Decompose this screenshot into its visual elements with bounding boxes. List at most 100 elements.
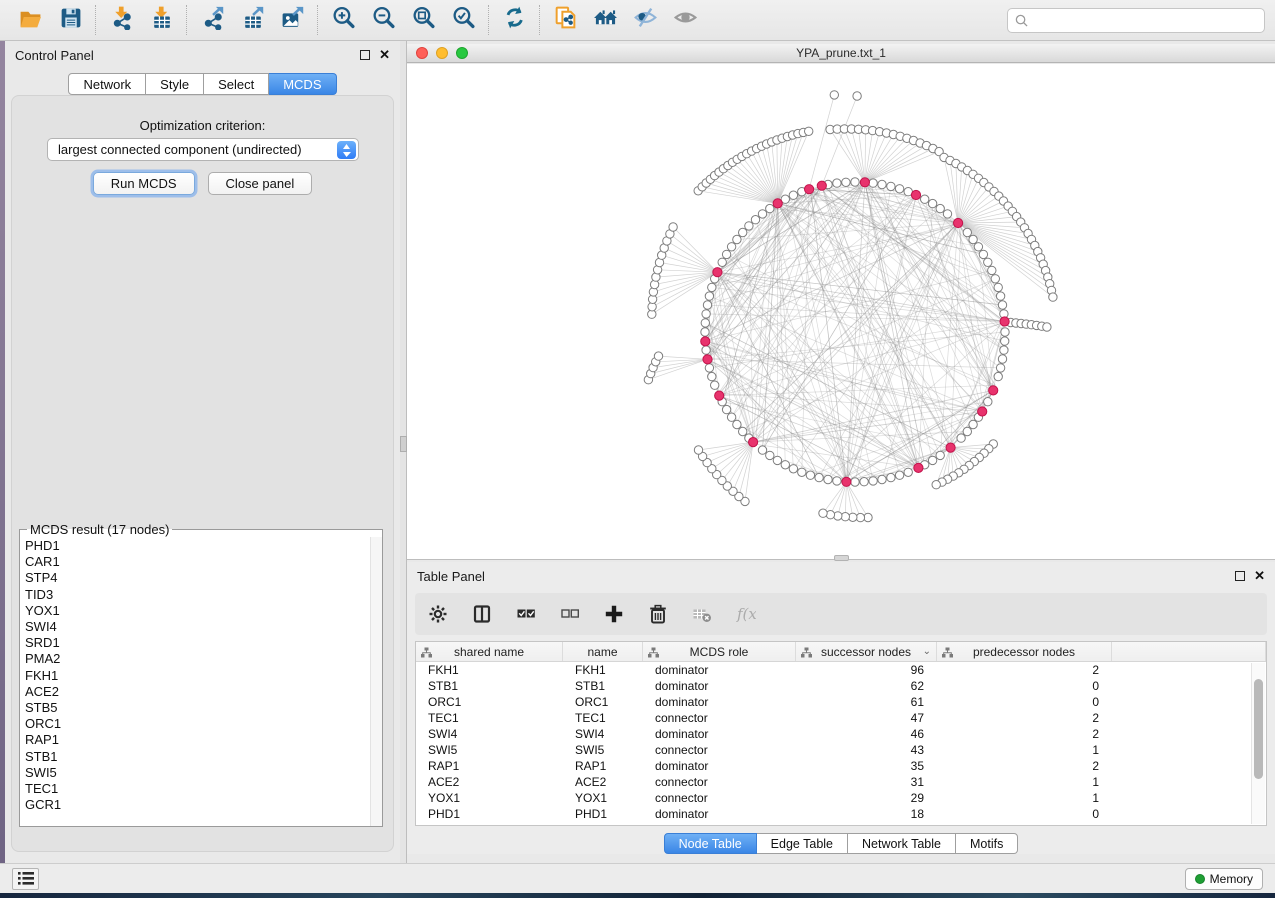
splitter-grip[interactable] [400,436,407,452]
mcds-result-item[interactable]: RAP1 [25,732,382,748]
table-row[interactable]: SWI4SWI4dominator462 [416,726,1266,742]
network-canvas[interactable] [407,64,1275,559]
settings-gear-button[interactable] [427,603,449,625]
close-panel-icon[interactable]: ✕ [379,50,390,60]
table-row[interactable]: RAP1RAP1dominator352 [416,758,1266,774]
show-column-icon [472,604,492,624]
mcds-result-item[interactable]: ORC1 [25,716,382,732]
table-row[interactable]: ORC1ORC1dominator610 [416,694,1266,710]
select-all-checkboxes-icon [516,604,536,624]
tab-edge-table[interactable]: Edge Table [757,833,848,854]
close-panel-button[interactable]: Close panel [208,172,313,195]
cell-name: PHD1 [563,807,643,821]
mcds-result-item[interactable]: STB5 [25,700,382,716]
float-panel-icon[interactable] [360,50,370,60]
show-column-button[interactable] [471,603,493,625]
table-row[interactable]: SWI5SWI5connector431 [416,742,1266,758]
tab-select[interactable]: Select [204,73,269,95]
run-mcds-button[interactable]: Run MCDS [93,172,195,195]
tab-mcds[interactable]: MCDS [269,73,336,95]
export-table-icon [240,5,265,35]
import-table-button[interactable] [141,3,181,37]
table-scrollbar[interactable] [1251,663,1265,824]
table-row[interactable]: TEC1TEC1connector472 [416,710,1266,726]
zoom-out-button[interactable] [363,3,403,37]
delete-table-icon [692,604,712,624]
close-table-panel-icon[interactable]: ✕ [1254,571,1265,581]
table-row[interactable]: PHD1PHD1dominator180 [416,806,1266,822]
cell-name: STB1 [563,679,643,693]
mcds-result-item[interactable]: STP4 [25,570,382,586]
delete-column-button[interactable] [647,603,669,625]
search-input[interactable] [1033,13,1257,27]
mcds-result-item[interactable]: FKH1 [25,668,382,684]
cell-predecessor-nodes: 2 [937,711,1112,725]
maximize-window-icon[interactable] [456,47,468,59]
export-table-button[interactable] [232,3,272,37]
close-window-icon[interactable] [416,47,428,59]
table-scrollbar-thumb[interactable] [1254,679,1263,779]
column-header-shared-name[interactable]: shared name [416,642,563,661]
cell-name: ACE2 [563,775,643,789]
dropdown-stepper-icon [337,141,356,159]
mcds-node [842,477,851,486]
tab-style[interactable]: Style [146,73,204,95]
mcds-result-item[interactable]: TEC1 [25,781,382,797]
search-field[interactable] [1007,8,1265,33]
mcds-result-title: MCDS result (17 nodes) [27,522,172,537]
mcds-result-item[interactable]: CAR1 [25,554,382,570]
mcds-result-item[interactable]: PMA2 [25,651,382,667]
table-row[interactable]: YOX1YOX1connector291 [416,790,1266,806]
zoom-selected-button[interactable] [443,3,483,37]
toolbar-separator [539,5,540,35]
open-file-button[interactable] [10,3,50,37]
save-session-button[interactable] [50,3,90,37]
tab-motifs[interactable]: Motifs [956,833,1018,854]
mcds-list-scrollbar[interactable] [370,537,382,826]
criterion-dropdown[interactable]: largest connected component (undirected) [47,138,359,161]
tab-network[interactable]: Network [68,73,146,95]
column-header-name[interactable]: name [563,642,643,661]
column-header-MCDS-role[interactable]: MCDS role [643,642,796,661]
mcds-result-item[interactable]: STB1 [25,749,382,765]
mcds-result-item[interactable]: PHD1 [25,538,382,554]
mcds-result-item[interactable]: TID3 [25,587,382,603]
tab-network-table[interactable]: Network Table [848,833,956,854]
unselect-all-checkboxes-button[interactable] [559,603,581,625]
export-network-button[interactable] [192,3,232,37]
mcds-result-item[interactable]: SWI5 [25,765,382,781]
select-all-checkboxes-button[interactable] [515,603,537,625]
table-row[interactable]: ACE2ACE2connector311 [416,774,1266,790]
column-header-successor-nodes[interactable]: successor nodes⌄ [796,642,937,661]
table-row[interactable]: STB1STB1dominator620 [416,678,1266,694]
show-all-button[interactable] [665,3,705,37]
export-image-button[interactable] [272,3,312,37]
horizontal-splitter-grip[interactable] [834,555,849,561]
zoom-fit-button[interactable] [403,3,443,37]
mcds-result-item[interactable]: SRD1 [25,635,382,651]
shared-column-icon [942,647,953,661]
refresh-network-button[interactable] [494,3,534,37]
zoom-in-button[interactable] [323,3,363,37]
table-row[interactable]: FKH1FKH1dominator962 [416,662,1266,678]
task-history-button[interactable] [12,868,39,890]
function-builder-button: f(x) [735,603,757,625]
memory-button[interactable]: Memory [1185,868,1263,890]
float-table-panel-icon[interactable] [1235,571,1245,581]
mcds-result-item[interactable]: GCR1 [25,797,382,813]
add-column-button[interactable] [603,603,625,625]
cell-successor-nodes: 29 [796,791,937,805]
duplicate-network-button[interactable] [545,3,585,37]
network-graph[interactable] [407,64,1275,560]
hide-selected-button[interactable] [625,3,665,37]
mcds-result-item[interactable]: YOX1 [25,603,382,619]
first-neighbors-button[interactable] [585,3,625,37]
vertical-splitter[interactable] [400,41,407,863]
mcds-result-item[interactable]: ACE2 [25,684,382,700]
minimize-window-icon[interactable] [436,47,448,59]
column-header-predecessor-nodes[interactable]: predecessor nodes [937,642,1112,661]
tab-node-table[interactable]: Node Table [664,833,757,854]
mcds-result-item[interactable]: SWI4 [25,619,382,635]
import-network-button[interactable] [101,3,141,37]
cell-name: ORC1 [563,695,643,709]
